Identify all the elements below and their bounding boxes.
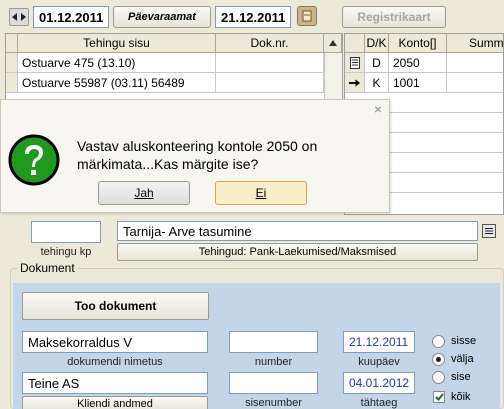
radio-out[interactable]: välja — [432, 352, 492, 366]
radio-internal[interactable]: sise — [432, 370, 492, 384]
all-checkbox-label: kõik — [451, 391, 471, 403]
scroll-up-button[interactable] — [324, 34, 342, 53]
client-data-button[interactable]: Kliendi andmed — [22, 396, 208, 409]
transactions-grid: Tehingu sisu Dok.nr. Ostuarve 475 (13.10… — [5, 33, 343, 103]
menu-icon — [485, 228, 493, 234]
table-row-summ[interactable] — [447, 53, 503, 73]
internal-number-field[interactable] — [229, 372, 318, 394]
transaction-date-label: tehingu kp — [40, 246, 92, 258]
due-date-field[interactable]: 04.01.2012 — [343, 372, 415, 394]
table-row-sisu[interactable]: Ostuarve 475 (13.10) — [18, 53, 216, 73]
client-field[interactable]: Teine AS — [22, 372, 208, 394]
transaction-title-field[interactable]: Tarnija- Arve tasumine — [117, 221, 478, 241]
dialog-message-line2: märkimata...Kas märgite ise? — [77, 156, 259, 172]
radio-circle — [432, 334, 445, 348]
radio-internal-label: sise — [451, 371, 471, 383]
table-row-summ[interactable] — [447, 73, 503, 93]
document-number-field[interactable] — [229, 331, 318, 353]
radio-out-label: välja — [451, 353, 474, 365]
left-right-arrows-icon — [12, 13, 26, 21]
calendar-button[interactable] — [297, 6, 317, 26]
table-row-konto[interactable]: 2050 — [389, 53, 447, 73]
confirm-dialog: × Vastav aluskonteering kontole 2050 on … — [0, 99, 390, 213]
column-header-doknr: Dok.nr. — [216, 34, 324, 53]
day-book-button[interactable]: Päevaraamat — [113, 6, 211, 28]
transaction-type-button[interactable]: Tehingud: Pank-Laekumised/Maksmised — [117, 243, 478, 261]
grid-corner — [345, 34, 365, 53]
table-row-dk[interactable]: D — [365, 53, 389, 73]
no-button[interactable]: Ei — [215, 181, 307, 205]
document-date-field[interactable]: 21.12.2011 — [343, 331, 415, 353]
arrow-right-icon — [349, 78, 360, 87]
vertical-scrollbar[interactable] — [324, 53, 342, 102]
row-selector[interactable] — [345, 53, 365, 73]
document-date-label: kuupäev — [358, 356, 400, 368]
row-selector[interactable] — [345, 73, 365, 93]
column-header-summ: Summ — [447, 34, 503, 53]
no-label: Ei — [255, 186, 267, 200]
table-row-dok[interactable] — [216, 53, 324, 73]
document-legend: Dokument — [18, 261, 77, 275]
document-icon — [349, 56, 360, 69]
radio-circle-selected — [432, 352, 445, 366]
table-row-konto[interactable]: 1001 — [389, 73, 447, 93]
document-name-field[interactable]: Maksekorraldus V — [22, 331, 208, 353]
calendar-icon — [302, 10, 312, 22]
document-name-label: dokumendi nimetus — [67, 356, 163, 368]
checkmark-icon — [434, 393, 444, 401]
table-row-dok[interactable] — [216, 73, 324, 93]
nav-arrows-button[interactable] — [9, 8, 29, 26]
fetch-document-button[interactable]: Too dokument — [22, 292, 209, 320]
table-row-dk[interactable]: K — [365, 73, 389, 93]
transaction-menu-button[interactable] — [482, 224, 496, 238]
transaction-date-field[interactable] — [31, 221, 101, 243]
register-card-button[interactable]: Registrikaart — [342, 6, 446, 28]
radio-in-label: sisse — [451, 335, 477, 347]
checkbox-box — [433, 391, 445, 403]
column-header-dk: D/K — [365, 34, 389, 53]
date-to-field[interactable]: 21.12.2011 — [215, 6, 291, 28]
table-row-sisu[interactable]: Ostuarve 55987 (03.11) 56489 — [18, 73, 216, 93]
document-number-label: number — [254, 356, 293, 368]
yes-button[interactable]: Jah — [98, 181, 190, 205]
radio-in[interactable]: sisse — [432, 334, 492, 348]
grid-corner — [6, 34, 18, 53]
due-date-label: tähtaeg — [360, 397, 398, 409]
yes-label: Jah — [134, 186, 154, 200]
internal-number-label: sisenumber — [245, 397, 302, 409]
column-header-sisu: Tehingu sisu — [18, 34, 216, 53]
radio-circle — [432, 370, 445, 384]
row-selector[interactable] — [6, 53, 18, 73]
dialog-message-line1: Vastav aluskonteering kontole 2050 on — [77, 138, 318, 154]
chevron-up-icon — [328, 40, 337, 46]
dialog-close-button[interactable]: × — [371, 102, 385, 116]
column-header-konto: Konto[] — [389, 34, 447, 53]
question-icon — [8, 134, 60, 186]
all-checkbox[interactable]: kõik — [433, 390, 493, 404]
row-selector[interactable] — [6, 73, 18, 93]
date-from-field[interactable]: 01.12.2011 — [33, 6, 109, 28]
